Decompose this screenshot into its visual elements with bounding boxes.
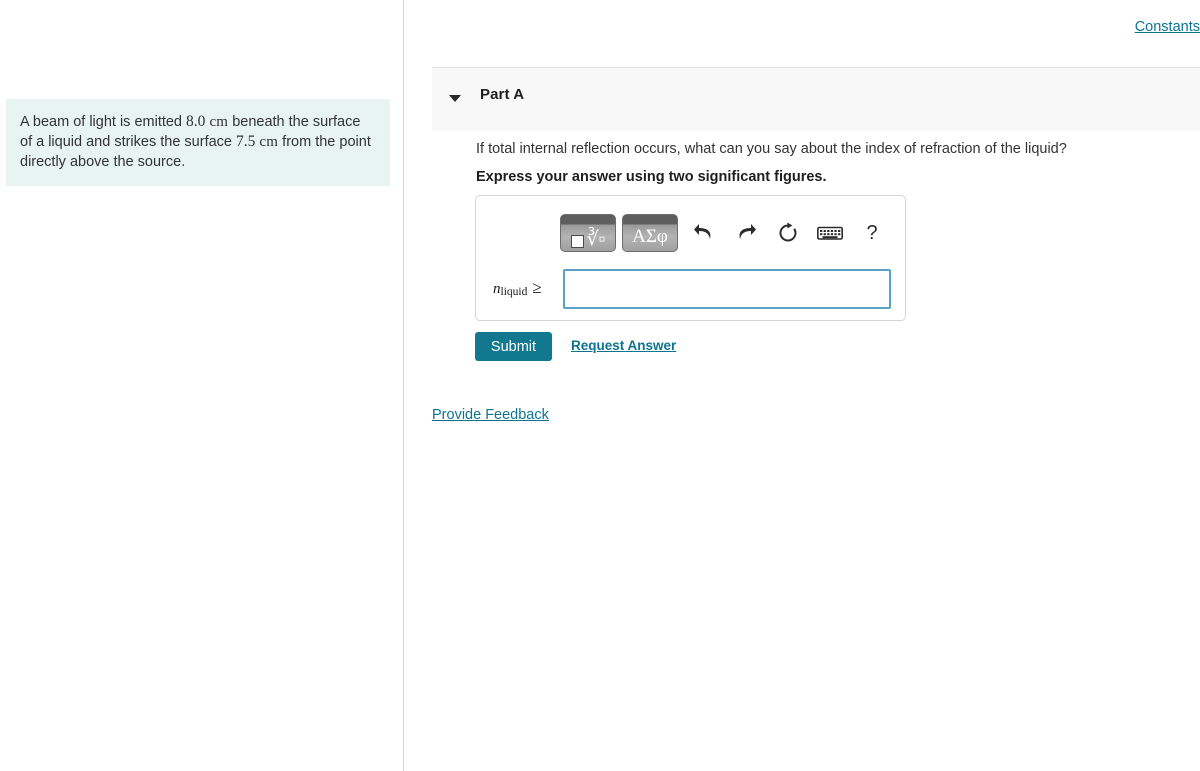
answer-entry-box: ∛▫ ΑΣφ ? nliquid ≥ (475, 195, 906, 321)
submit-button[interactable]: Submit (475, 332, 552, 361)
answer-variable-subscript: liquid (500, 286, 528, 298)
problem-text-part-1: A beam of light is emitted (20, 114, 187, 130)
answer-variable-label: nliquid ≥ (493, 278, 542, 298)
answer-input[interactable] (563, 269, 891, 309)
left-problem-panel: A beam of light is emitted 8.0 cm beneat… (0, 0, 404, 771)
right-answer-panel: Constants Part A If total internal refle… (404, 0, 1200, 771)
part-a-header[interactable]: Part A (432, 67, 1200, 131)
problem-unit-depth: cm (209, 114, 229, 130)
constants-row: Constants (1135, 18, 1200, 38)
template-square-icon (570, 235, 584, 248)
provide-feedback-link[interactable]: Provide Feedback (432, 407, 549, 423)
reset-icon[interactable] (768, 214, 808, 252)
nth-root-icon: ∛▫ (586, 229, 606, 250)
help-icon-label: ? (866, 221, 878, 244)
answer-relation-symbol: ≥ (532, 278, 542, 297)
question-prompt: If total internal reflection occurs, wha… (476, 141, 1067, 157)
answer-instruction: Express your answer using two significan… (476, 169, 827, 185)
problem-value-depth: 8.0 (186, 113, 206, 130)
keyboard-icon[interactable] (810, 214, 850, 252)
greek-symbols-label: ΑΣφ (632, 226, 668, 247)
math-template-button[interactable]: ∛▫ (560, 214, 616, 252)
answer-input-row: nliquid ≥ (493, 269, 891, 311)
problem-statement: A beam of light is emitted 8.0 cm beneat… (6, 99, 390, 186)
caret-down-icon[interactable] (449, 92, 463, 106)
part-a-title: Part A (480, 86, 525, 103)
constants-link[interactable]: Constants (1135, 19, 1200, 35)
math-toolbar: ∛▫ ΑΣφ ? (560, 213, 894, 253)
answer-variable-symbol: n (493, 281, 501, 297)
help-icon[interactable]: ? (852, 214, 892, 252)
redo-icon[interactable] (726, 214, 766, 252)
undo-icon[interactable] (684, 214, 724, 252)
problem-unit-distance: cm (259, 134, 279, 150)
problem-value-distance: 7.5 (236, 133, 256, 150)
greek-symbols-button[interactable]: ΑΣφ (622, 214, 678, 252)
request-answer-link[interactable]: Request Answer (571, 338, 676, 353)
